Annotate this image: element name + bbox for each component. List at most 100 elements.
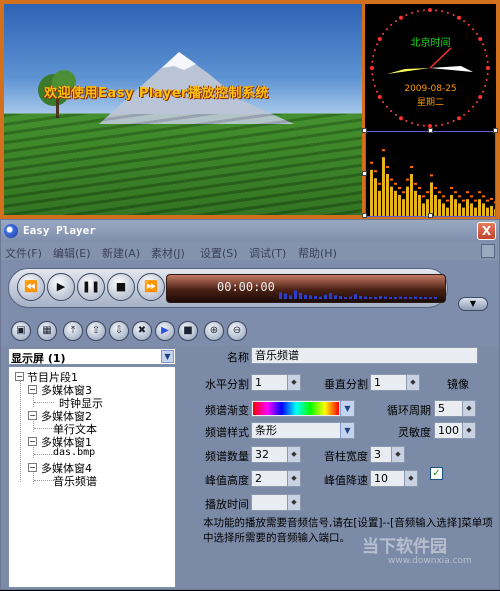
spinner-icon[interactable]: ◆ xyxy=(287,471,300,486)
spectrum-bar xyxy=(458,203,461,216)
resize-handle[interactable] xyxy=(428,128,433,133)
led-preview-screen: 欢迎使用Easy Player播放控制系统 北京时间 2009-08-25 星期… xyxy=(0,0,500,219)
spinner-icon[interactable]: ◆ xyxy=(287,375,300,390)
hsplit-field[interactable]: 1 ◆ xyxy=(251,374,301,391)
clock-tick xyxy=(446,122,449,125)
mirror-checkbox[interactable]: ✓ xyxy=(430,467,443,480)
spinner-icon[interactable]: ◆ xyxy=(406,375,419,390)
menu-debug[interactable]: 调试(T) xyxy=(249,245,286,261)
peak-drop-field[interactable]: 10 ◆ xyxy=(370,470,418,487)
spectrum-peak xyxy=(390,178,393,181)
count-label: 频谱数量 xyxy=(205,450,249,463)
clock-tick xyxy=(390,110,393,113)
delete-icon[interactable]: ✖ xyxy=(132,321,152,341)
cycle-label: 循环周期 xyxy=(387,404,431,417)
playtime-label: 播放时间 xyxy=(205,498,249,511)
title-bar[interactable]: Easy Player X xyxy=(1,220,499,242)
play-icon[interactable]: ▶ xyxy=(155,321,175,341)
collapse-icon[interactable]: − xyxy=(28,437,37,446)
collapse-icon[interactable]: − xyxy=(28,385,37,394)
menu-material[interactable]: 素材(J) xyxy=(151,245,185,261)
mini-spectrum-bar xyxy=(339,296,342,299)
mini-spectrum-bar xyxy=(434,297,437,299)
close-button[interactable]: X xyxy=(477,222,496,240)
property-panel: 名称 音乐频谱 水平分割 1 ◆ 垂直分割 1 ◆ ✓ 镜像 频谱渐变 ▼ 循环… xyxy=(179,346,499,591)
zoom-in-icon[interactable]: ⊕ xyxy=(204,321,224,341)
expand-button[interactable]: ▼ xyxy=(458,297,488,311)
clock-tick xyxy=(416,10,419,13)
menu-help[interactable]: 帮助(H) xyxy=(298,245,337,261)
display-selector[interactable]: 显示屏 (1) ▼ xyxy=(8,348,176,365)
collapse-icon[interactable]: − xyxy=(28,463,37,472)
resize-handle[interactable] xyxy=(428,213,433,218)
zoom-out-icon[interactable]: ⊖ xyxy=(227,321,247,341)
spectrum-peak xyxy=(406,178,409,181)
cycle-value: 5 xyxy=(438,402,445,415)
cycle-field[interactable]: 5 ◆ xyxy=(434,400,476,417)
style-select[interactable]: 条形 ▼ xyxy=(251,422,355,439)
stop-icon[interactable]: ■ xyxy=(178,321,198,341)
spinner-icon[interactable]: ◆ xyxy=(287,447,300,462)
move-up-icon[interactable]: ⇧ xyxy=(86,321,106,341)
resize-handle[interactable] xyxy=(362,171,367,176)
chevron-down-icon[interactable]: ▼ xyxy=(161,350,174,363)
resize-handle[interactable] xyxy=(362,128,367,133)
spinner-icon[interactable]: ◆ xyxy=(462,401,475,416)
rewind-button[interactable]: ⏪ xyxy=(17,273,45,301)
spectrum-peak xyxy=(454,191,457,194)
menu-settings[interactable]: 设置(S) xyxy=(200,245,238,261)
menu-file[interactable]: 文件(F) xyxy=(5,245,42,261)
gradient-picker[interactable]: ▼ xyxy=(251,400,355,417)
menu-edit[interactable]: 编辑(E) xyxy=(53,245,91,261)
collapse-icon[interactable]: − xyxy=(28,411,37,420)
mini-spectrum-bar xyxy=(324,294,327,299)
fast-forward-button[interactable]: ⏩ xyxy=(137,273,165,301)
mini-spectrum xyxy=(279,290,437,299)
vsplit-field[interactable]: 1 ◆ xyxy=(370,374,420,391)
move-down-icon[interactable]: ⇩ xyxy=(109,321,129,341)
spectrum-bar xyxy=(454,199,457,216)
resize-handle[interactable] xyxy=(493,128,498,133)
tree-node[interactable]: das.bmp xyxy=(53,447,95,458)
resize-handle[interactable] xyxy=(362,213,367,218)
collapse-icon[interactable]: − xyxy=(15,372,24,381)
playtime-field[interactable]: ◆ xyxy=(251,494,301,511)
spectrum-peak xyxy=(398,187,401,189)
move-top-icon[interactable]: ⤒ xyxy=(63,321,83,341)
mini-spectrum-bar xyxy=(314,296,317,299)
chevron-down-icon[interactable]: ▼ xyxy=(340,401,354,416)
spectrum-window[interactable] xyxy=(365,131,497,217)
chevron-down-icon[interactable]: ▼ xyxy=(340,423,354,438)
clock-tick xyxy=(422,124,425,127)
count-field[interactable]: 32 ◆ xyxy=(251,446,301,463)
sensitivity-field[interactable]: 100 ◆ xyxy=(434,422,476,439)
name-field[interactable]: 音乐频谱 xyxy=(251,347,478,364)
stop-button[interactable]: ■ xyxy=(107,273,135,301)
clock-tick xyxy=(452,119,455,122)
play-button[interactable]: ▶ xyxy=(47,273,75,301)
spectrum-peak xyxy=(482,195,485,198)
tree-node[interactable]: 音乐频谱 xyxy=(53,473,97,489)
minimize-button[interactable] xyxy=(481,244,495,258)
style-label: 频谱样式 xyxy=(205,426,249,439)
mini-spectrum-bar xyxy=(374,297,377,299)
menu-new[interactable]: 新建(A) xyxy=(102,245,140,261)
bar-width-field[interactable]: 3 ◆ xyxy=(370,446,405,463)
spinner-icon[interactable]: ◆ xyxy=(404,471,417,486)
clock-tick xyxy=(428,8,432,12)
spinner-icon[interactable]: ◆ xyxy=(391,447,404,462)
spectrum-peak xyxy=(494,201,497,204)
spectrum-peak xyxy=(470,195,473,198)
clock-date: 2009-08-25 xyxy=(404,84,457,94)
mini-spectrum-bar xyxy=(359,296,362,299)
spectrum-bar xyxy=(434,195,437,216)
peak-height-field[interactable]: 2 ◆ xyxy=(251,470,301,487)
spinner-icon[interactable]: ◆ xyxy=(287,495,300,510)
clock-tick xyxy=(484,49,487,52)
screen-icon[interactable]: ▣ xyxy=(11,321,31,341)
film-icon[interactable]: ▦ xyxy=(37,321,57,341)
clock-tick xyxy=(399,116,403,121)
clock-tick xyxy=(457,116,461,121)
pause-button[interactable]: ❚❚ xyxy=(77,273,105,301)
spinner-icon[interactable]: ◆ xyxy=(462,423,475,438)
